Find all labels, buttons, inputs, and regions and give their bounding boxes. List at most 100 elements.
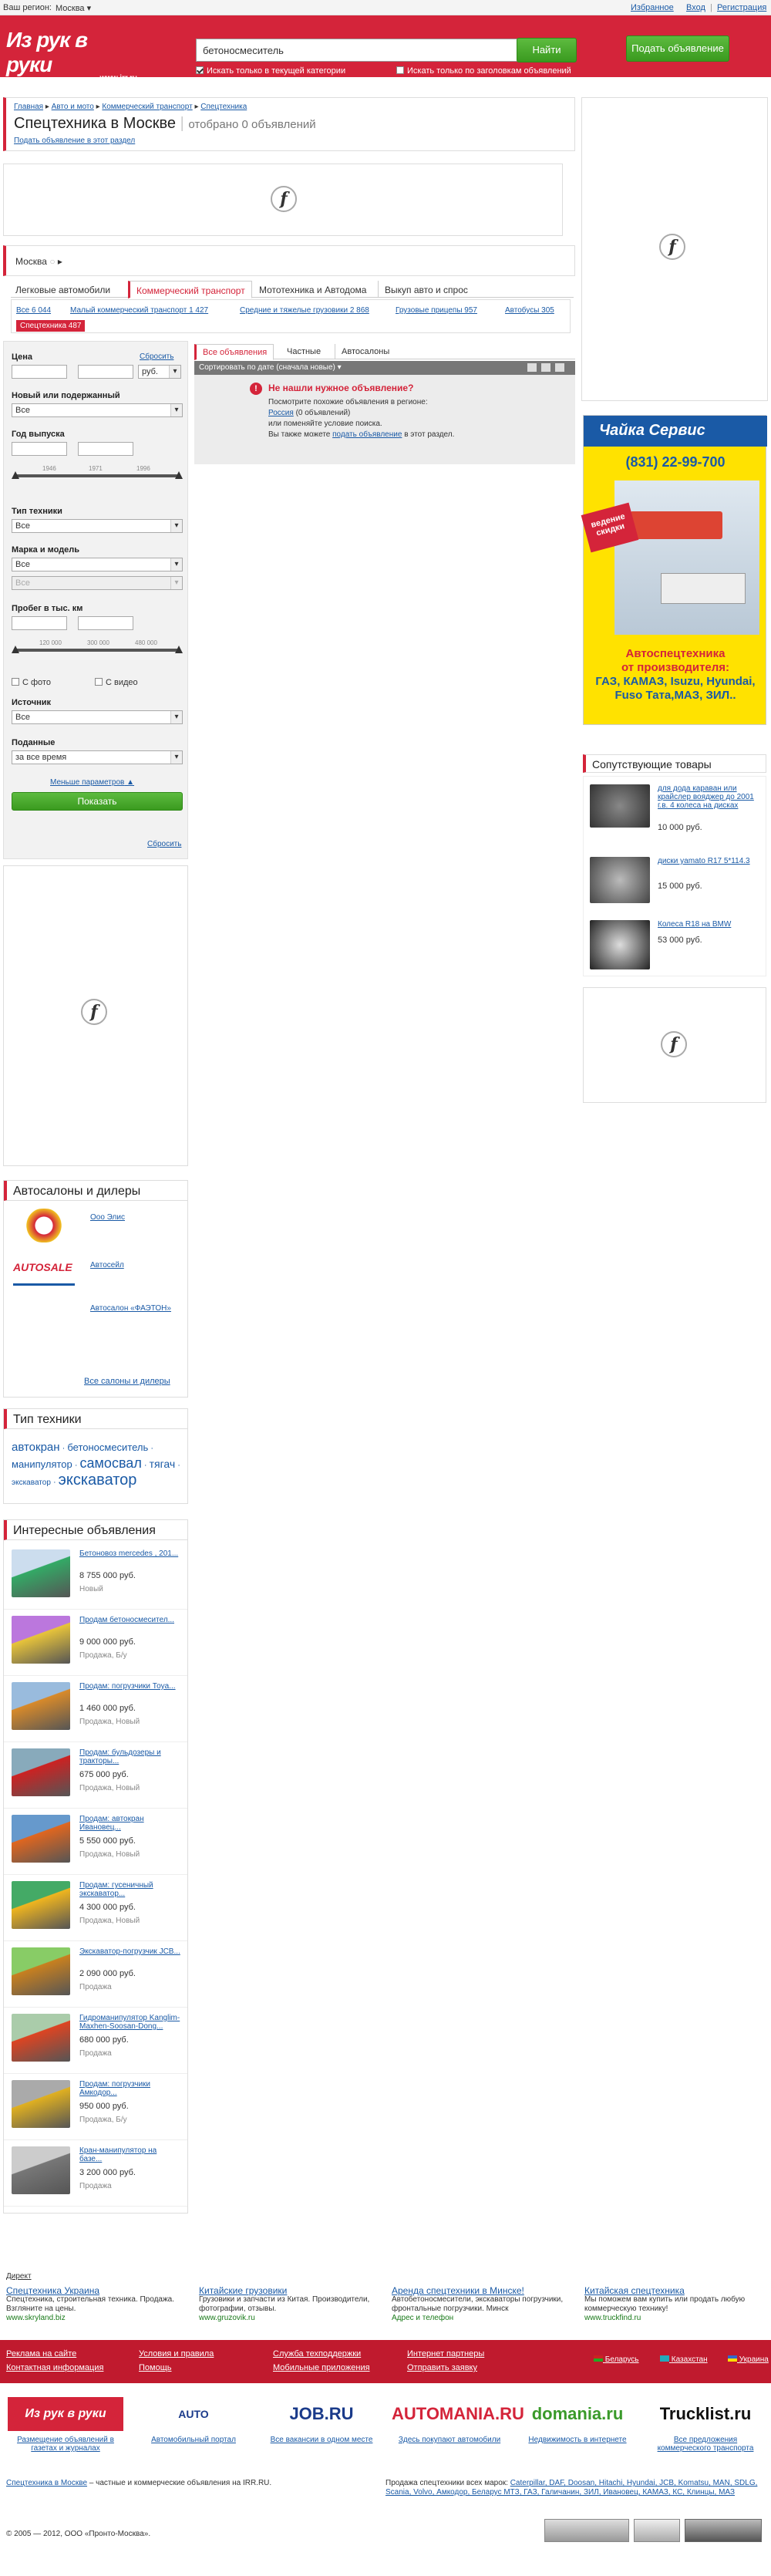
register-link[interactable]: Регистрация (717, 3, 766, 12)
ad-image[interactable] (12, 1748, 70, 1796)
direct-ad-title[interactable]: Китайская спецтехника (584, 2286, 769, 2295)
checkbox-icon[interactable] (196, 66, 204, 74)
all-dealers-link[interactable]: Все салоны и дилеры (84, 1377, 170, 1386)
direct-ad[interactable]: Китайская спецтехника Мы поможем вам купи… (584, 2286, 769, 2323)
tag[interactable]: манипулятор (12, 1458, 72, 1470)
crumb[interactable]: Главная (14, 103, 43, 111)
source-select[interactable]: Все (12, 710, 183, 724)
partner-logo[interactable]: AUTOMANIA.RU Здесь покупают автомобили (392, 2397, 524, 2465)
model-select[interactable]: Все (12, 576, 183, 590)
tab-buyout[interactable]: Выкуп авто и спрос (378, 281, 474, 298)
direct-ad[interactable]: Аренда спецтехники в Минске! Автобетоносм… (392, 2286, 577, 2323)
direct-ad[interactable]: Спецтехника Украина Спецтехника, строител… (6, 2286, 191, 2323)
product-link[interactable]: для дода караван или крайслер вояджер до… (658, 784, 758, 810)
tab-commercial[interactable]: Коммерческий транспорт (128, 281, 252, 298)
checkbox-icon[interactable] (95, 678, 103, 686)
ad-title-link[interactable]: Экскаватор-погрузчик JCB... (79, 1947, 181, 1956)
product-image[interactable] (590, 857, 650, 903)
country-link[interactable]: Казахстан (660, 2355, 708, 2364)
footer-link[interactable]: Интернет партнеры (407, 2349, 484, 2359)
ad-image[interactable] (12, 1616, 70, 1664)
list-item[interactable]: Продам бетоносмесител... 9 000 000 руб. Пр… (4, 1610, 187, 1676)
price-to-input[interactable] (78, 365, 133, 379)
crumb[interactable]: Авто и мото (52, 103, 94, 111)
counter-badge[interactable] (544, 2519, 629, 2542)
counter-badge[interactable] (685, 2519, 762, 2542)
slider-handle[interactable] (175, 646, 183, 653)
direct-ad-title[interactable]: Спецтехника Украина (6, 2286, 191, 2295)
mileage-from-input[interactable] (12, 616, 67, 630)
list-item[interactable]: Продам: бульдозеры и тракторы... 675 000 … (4, 1742, 187, 1809)
partner-logo[interactable]: AUTO Автомобильный портал (136, 2397, 251, 2465)
ad-image[interactable] (12, 2014, 70, 2062)
ad-title-link[interactable]: Продам: бульдозеры и тракторы... (79, 1748, 181, 1765)
post-ad-link[interactable]: подать объявление (332, 430, 402, 439)
sort-select[interactable]: Сортировать по дате (сначала новые) ▾ (199, 363, 342, 372)
product-image[interactable] (590, 920, 650, 969)
tag[interactable]: экскаватор (59, 1472, 137, 1489)
partner-caption[interactable]: Автомобильный портал (136, 2436, 251, 2444)
footer-link[interactable]: Помощь (139, 2363, 172, 2372)
city-select[interactable]: Москва ○ ▸ (15, 256, 62, 267)
ad-image[interactable] (12, 1682, 70, 1730)
partner-caption[interactable]: Все вакансии в одном месте (264, 2436, 379, 2444)
search-input[interactable]: бетоносмеситель (196, 39, 564, 62)
ad-image[interactable] (12, 1815, 70, 1863)
ad-title-link[interactable]: Гидроманипулятор Kanglim-Maxhen-Soosan-D… (79, 2014, 181, 2031)
reset-link[interactable]: Сбросить (140, 352, 173, 361)
grid-view-icon[interactable] (555, 363, 564, 372)
direct-ad-title[interactable]: Аренда спецтехники в Минске! (392, 2286, 577, 2295)
ad-image[interactable] (12, 2146, 70, 2194)
footer-link[interactable]: Контактная информация (6, 2363, 103, 2372)
year-slider[interactable] (15, 474, 178, 477)
footer-link[interactable]: Служба техподдержки (273, 2349, 361, 2359)
product-link[interactable]: Колеса R18 на BMW (658, 920, 758, 929)
type-select[interactable]: Все (12, 519, 183, 533)
favorites-link[interactable]: Избранное (631, 3, 674, 12)
post-in-section-link[interactable]: Подать объявление в этот раздел (14, 137, 135, 145)
ad-image[interactable] (12, 2080, 70, 2128)
price-from-input[interactable] (12, 365, 67, 379)
show-button[interactable]: Показать (12, 792, 183, 811)
ad-title-link[interactable]: Продам: погрузчики Тоyа... (79, 1682, 181, 1691)
tag[interactable]: экскаватор (12, 1479, 51, 1487)
dealer-link[interactable]: Автосейл (90, 1261, 124, 1269)
list-item[interactable]: Кран-манипулятор на базе... 3 200 000 руб… (4, 2140, 187, 2207)
counter-badge[interactable] (634, 2519, 680, 2542)
ad-title-link[interactable]: Продам: гусеничный экскаватор... (79, 1881, 181, 1898)
with-photo-checkbox[interactable]: С фото (12, 678, 51, 687)
dealer-link[interactable]: Автосалон «ФАЭТОН» (90, 1304, 171, 1313)
make-select[interactable]: Все (12, 558, 183, 572)
country-link[interactable]: Украина (728, 2355, 769, 2364)
list-item[interactable]: Экскаватор-погрузчик JCB... 2 090 000 руб… (4, 1941, 187, 2008)
crumb[interactable]: Спецтехника (200, 103, 247, 111)
ad-title-link[interactable]: Кран-манипулятор на базе... (79, 2146, 181, 2163)
subcat-special-active[interactable]: Спецтехника 487 (16, 320, 86, 332)
less-params-link[interactable]: Меньше параметров ▲ (50, 778, 134, 787)
product-link[interactable]: диски yamato R17 5*114.3 (658, 857, 758, 865)
mileage-to-input[interactable] (78, 616, 133, 630)
direct-ad[interactable]: Китайские грузовики Грузовики и запчасти … (199, 2286, 384, 2323)
partner-caption[interactable]: Все предложения коммерческого транспорта (648, 2436, 763, 2453)
tab-cars[interactable]: Легковые автомобили (15, 285, 110, 295)
reset-all-link[interactable]: Сбросить (147, 840, 181, 848)
currency-select[interactable]: руб. (138, 365, 181, 379)
seo-link[interactable]: Спецтехника в Москве (6, 2479, 87, 2487)
slider-handle[interactable] (12, 646, 19, 653)
tab-all-ads[interactable]: Все объявления (194, 344, 274, 360)
find-button[interactable]: Найти (517, 38, 577, 62)
footer-link[interactable]: Отправить заявку (407, 2363, 477, 2372)
tab-dealers[interactable]: Автосалоны (335, 344, 396, 359)
subcat-trailers[interactable]: Грузовые прицепы 957 (396, 306, 477, 315)
year-from-input[interactable] (12, 442, 67, 456)
partner-caption[interactable]: Здесь покупают автомобили (392, 2436, 507, 2444)
checkbox-icon[interactable] (396, 66, 404, 74)
footer-link[interactable]: Мобильные приложения (273, 2363, 370, 2372)
tag[interactable]: тягач (150, 1458, 176, 1470)
subcat-trucks[interactable]: Средние и тяжелые грузовики 2 868 (240, 306, 369, 315)
list-item[interactable]: Продам: погрузчики Амкодор... 950 000 руб… (4, 2074, 187, 2140)
year-to-input[interactable] (78, 442, 133, 456)
subcat-buses[interactable]: Автобусы 305 (505, 306, 554, 315)
dealer-logo[interactable] (21, 1209, 67, 1242)
region-select[interactable]: Москва ▾ (56, 3, 91, 13)
